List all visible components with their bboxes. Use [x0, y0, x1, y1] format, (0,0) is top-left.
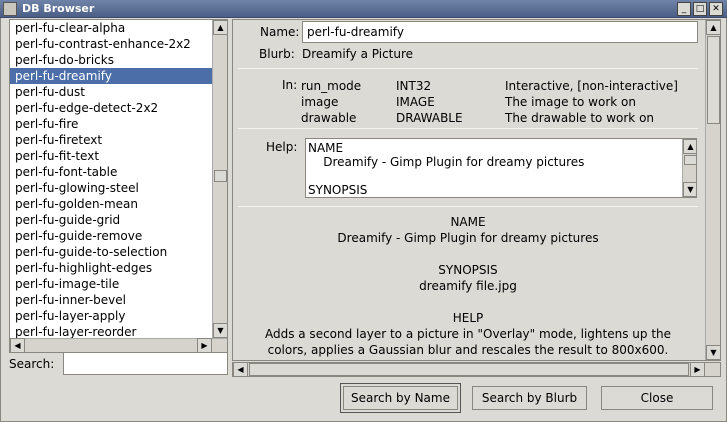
separator	[238, 68, 698, 69]
param-type: INT32	[396, 79, 432, 93]
scroll-right-icon[interactable]: ▶	[690, 362, 705, 377]
doc-line	[233, 246, 703, 262]
param-type: IMAGE	[396, 95, 435, 109]
separator	[238, 206, 698, 207]
list-item[interactable]: perl-fu-image-tile	[10, 276, 212, 292]
scroll-left-icon[interactable]: ◀	[10, 338, 25, 353]
procedure-list[interactable]: perl-fu-clear-alpha perl-fu-contrast-enha…	[10, 20, 212, 338]
maximize-icon[interactable]: □	[693, 2, 707, 16]
list-item[interactable]: perl-fu-firetext	[10, 132, 212, 148]
list-item[interactable]: perl-fu-guide-grid	[10, 212, 212, 228]
param-type: DRAWABLE	[396, 111, 463, 125]
list-horizontal-scrollbar[interactable]: ◀ ▶	[10, 338, 227, 353]
list-item[interactable]: perl-fu-fit-text	[10, 148, 212, 164]
procedure-list-panel: perl-fu-clear-alpha perl-fu-contrast-enha…	[9, 19, 228, 353]
detail-hscroll-thumb[interactable]	[249, 363, 689, 376]
blurb-label: Blurb:	[259, 47, 295, 61]
documentation-text: NAME Dreamify - Gimp Plugin for dreamy pi…	[233, 214, 703, 358]
doc-line: NAME	[450, 215, 486, 229]
scroll-down-icon[interactable]: ▼	[213, 323, 228, 338]
help-textbox[interactable]: NAME Dreamify - Gimp Plugin for dreamy p…	[305, 138, 697, 198]
scroll-down-icon[interactable]: ▼	[683, 182, 696, 197]
parameter-row: drawable DRAWABLE The drawable to work on	[301, 110, 701, 126]
parameter-row: run_mode INT32 Interactive, [non-interacti…	[301, 78, 701, 94]
scroll-left-icon[interactable]: ◀	[233, 362, 248, 377]
doc-line: SYNOPSIS	[438, 263, 498, 277]
scroll-right-icon[interactable]: ▶	[197, 338, 212, 353]
list-item[interactable]: perl-fu-layer-apply	[10, 308, 212, 324]
help-text: NAME Dreamify - Gimp Plugin for dreamy p…	[308, 141, 585, 197]
param-name: run_mode	[301, 79, 362, 93]
detail-horizontal-scrollbar[interactable]: ◀ ▶	[232, 362, 721, 377]
scroll-up-icon[interactable]: ▲	[213, 20, 228, 35]
separator	[238, 128, 698, 129]
window-title: DB Browser	[22, 2, 95, 15]
close-button[interactable]: Close	[601, 386, 713, 410]
list-item[interactable]: perl-fu-guide-to-selection	[10, 244, 212, 260]
list-scroll-thumb[interactable]	[214, 170, 227, 182]
list-item[interactable]: perl-fu-glowing-steel	[10, 180, 212, 196]
list-item[interactable]: perl-fu-clear-alpha	[10, 20, 212, 36]
doc-line	[233, 294, 703, 310]
list-item[interactable]: perl-fu-do-bricks	[10, 52, 212, 68]
scroll-down-icon[interactable]: ▼	[706, 345, 720, 360]
list-item[interactable]: perl-fu-fire	[10, 116, 212, 132]
search-input[interactable]	[63, 352, 228, 375]
list-vertical-scrollbar[interactable]: ▲ ▼	[212, 20, 228, 338]
doc-line: dreamify file.jpg	[419, 279, 517, 293]
scroll-up-icon[interactable]: ▲	[706, 20, 720, 35]
help-vertical-scrollbar[interactable]: ▲ ▼	[682, 139, 696, 197]
list-item[interactable]: perl-fu-font-table	[10, 164, 212, 180]
search-by-name-button[interactable]: Search by Name	[340, 383, 461, 413]
help-scroll-thumb[interactable]	[684, 155, 696, 165]
list-item[interactable]: perl-fu-highlight-edges	[10, 260, 212, 276]
blurb-value: Dreamify a Picture	[302, 47, 414, 61]
window-menu-icon[interactable]	[3, 2, 17, 16]
title-bar: DB Browser _ □ ✕	[0, 0, 727, 18]
scroll-up-icon[interactable]: ▲	[683, 139, 696, 154]
param-name: image	[301, 95, 339, 109]
list-item[interactable]: perl-fu-dust	[10, 84, 212, 100]
doc-line: colors, applies a Gaussian blur and resc…	[267, 343, 669, 357]
list-item[interactable]: perl-fu-layer-reorder	[10, 324, 212, 338]
list-item[interactable]: perl-fu-contrast-enhance-2x2	[10, 36, 212, 52]
detail-vertical-scrollbar[interactable]: ▲ ▼	[705, 20, 720, 360]
param-description: Interactive, [non-interactive]	[505, 79, 678, 93]
list-item[interactable]: perl-fu-dreamify	[10, 68, 212, 84]
parameter-table: run_mode INT32 Interactive, [non-interacti…	[301, 78, 701, 126]
list-item[interactable]: perl-fu-golden-mean	[10, 196, 212, 212]
in-label: In:	[282, 78, 298, 92]
close-icon[interactable]: ✕	[709, 2, 723, 16]
minimize-icon[interactable]: _	[677, 2, 691, 16]
doc-line: Adds a second layer to a picture in "Ove…	[264, 327, 672, 341]
search-by-blurb-button[interactable]: Search by Blurb	[472, 386, 587, 410]
list-item[interactable]: perl-fu-edge-detect-2x2	[10, 100, 212, 116]
list-item[interactable]: perl-fu-guide-remove	[10, 228, 212, 244]
name-label: Name:	[260, 25, 300, 39]
search-label: Search:	[9, 357, 55, 371]
param-name: drawable	[301, 111, 357, 125]
detail-scroll-thumb[interactable]	[707, 36, 720, 124]
name-field[interactable]	[302, 21, 698, 43]
doc-line: HELP	[452, 311, 484, 325]
parameter-row: image IMAGE The image to work on	[301, 94, 701, 110]
doc-line: Dreamify - Gimp Plugin for dreamy pictur…	[337, 231, 599, 245]
procedure-detail-panel: Name: Blurb: Dreamify a Picture In: run_…	[232, 19, 721, 361]
list-item[interactable]: perl-fu-inner-bevel	[10, 292, 212, 308]
param-description: The drawable to work on	[505, 111, 655, 125]
param-description: The image to work on	[505, 95, 636, 109]
help-label: Help:	[266, 140, 298, 154]
